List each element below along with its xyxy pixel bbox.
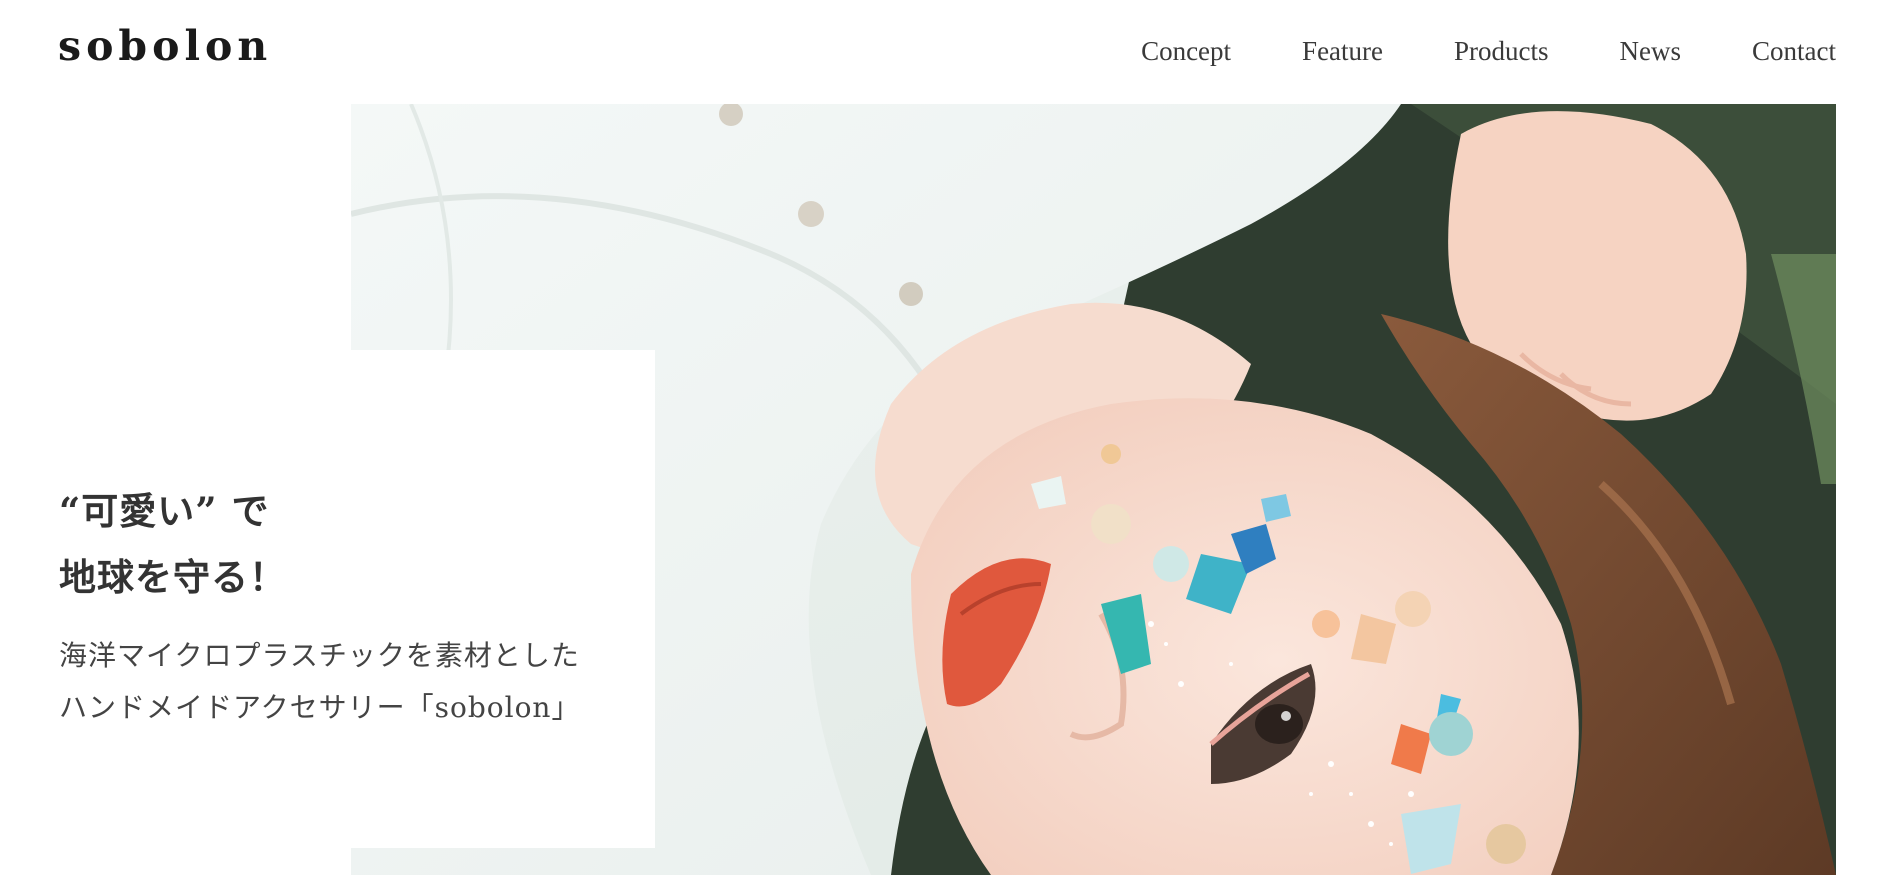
main-nav: Concept Feature Products News Contact [1141, 36, 1836, 67]
nav-news[interactable]: News [1620, 36, 1682, 67]
hero-subcopy-line: ハンドメイドアクセサリー「sobolon」 [59, 691, 581, 724]
nav-concept[interactable]: Concept [1141, 36, 1231, 67]
nav-feature[interactable]: Feature [1302, 36, 1383, 67]
hero-headline-line: 地球を守る！ [59, 555, 287, 599]
hero-copy-box: “可愛い” で 地球を守る！ 海洋マイクロプラスチックを素材とした ハンドメイド… [0, 350, 655, 848]
hero-subcopy: 海洋マイクロプラスチックを素材とした ハンドメイドアクセサリー「sobolon」 [59, 630, 580, 734]
page: sobolon Concept Feature Products News Co… [0, 0, 1893, 875]
hero-headline-line: “可愛い” で [59, 489, 270, 533]
hero-headline: “可愛い” で 地球を守る！ [59, 478, 287, 610]
nav-contact[interactable]: Contact [1752, 36, 1836, 67]
hero-subcopy-line: 海洋マイクロプラスチックを素材とした [59, 639, 580, 672]
nav-products[interactable]: Products [1454, 36, 1549, 67]
site-logo[interactable]: sobolon [58, 22, 272, 70]
